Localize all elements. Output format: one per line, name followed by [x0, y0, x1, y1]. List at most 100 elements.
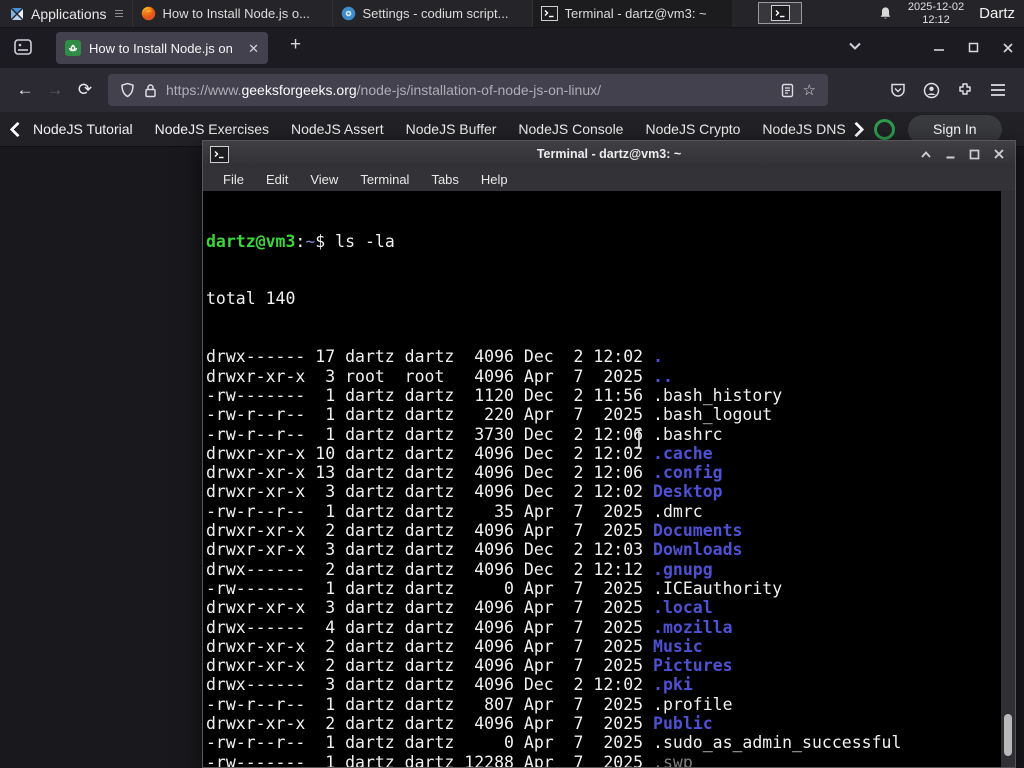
terminal-shade-icon[interactable]: [920, 150, 932, 159]
firefox-tab-bar: How to Install Node.js on ✕ +: [0, 27, 1024, 68]
notification-bell-icon[interactable]: [878, 6, 893, 21]
terminal-ls-row: drwx------ 3 dartz dartz 4096 Dec 2 12:0…: [206, 675, 693, 695]
terminal-ls-row: -rw-r--r-- 1 dartz dartz 35 Apr 7 2025 .…: [206, 501, 703, 521]
tab-title: How to Install Node.js on: [89, 40, 233, 56]
taskbar-label: How to Install Node.js o...: [162, 6, 310, 21]
url-domain: geeksforgeeks.org: [241, 82, 357, 98]
terminal-menu-item[interactable]: View: [299, 172, 349, 187]
taskbar-button-firefox[interactable]: How to Install Node.js o...: [131, 0, 332, 27]
terminal-window: Terminal - dartz@vm3: ~ File Edit View Term…: [202, 140, 1016, 768]
applications-label: Applications: [31, 5, 107, 22]
terminal-ls-row: -rw------- 1 dartz dartz 12288 Apr 7 202…: [206, 753, 1001, 767]
terminal-ls-row: drwx------ 17 dartz dartz 4096 Dec 2 12:…: [206, 347, 663, 367]
taskbar-button-codium-settings[interactable]: Settings - codium script...: [331, 0, 532, 27]
url-path: /node-js/installation-of-node-js-on-linu…: [356, 82, 601, 98]
site-nav-link[interactable]: NodeJS Exercises: [155, 121, 269, 137]
bookmark-star-icon[interactable]: ☆: [803, 81, 816, 99]
terminal-output: dartz@vm3:~$ ls -la total 140 drwx------…: [206, 193, 1001, 767]
top-panel: Applications How to Install Node.js o...…: [0, 0, 1024, 28]
applications-menu-button[interactable]: Applications: [0, 0, 132, 27]
firefox-icon: [141, 6, 156, 21]
clock-time: 12:12: [922, 13, 950, 26]
terminal-icon: [540, 6, 558, 21]
ls-directory-name: Downloads: [653, 540, 743, 560]
site-nav-link[interactable]: NodeJS Buffer: [406, 121, 497, 137]
terminal-menu-item[interactable]: Help: [470, 172, 519, 187]
prompt-command: ls -la: [335, 231, 395, 251]
terminal-close-icon[interactable]: [993, 148, 1005, 160]
tab-close-icon[interactable]: ✕: [248, 42, 259, 55]
panel-user-menu[interactable]: Dartz: [979, 5, 1015, 22]
browser-close-icon[interactable]: [1002, 42, 1014, 54]
geeksforgeeks-favicon: [65, 40, 81, 56]
terminal-ls-row: drwxr-xr-x 2 dartz dartz 4096 Apr 7 2025…: [206, 714, 713, 734]
terminal-scrollbar-track[interactable]: [1001, 191, 1015, 767]
terminal-ls-row: drwxr-xr-x 2 dartz dartz 4096 Apr 7 2025…: [206, 636, 703, 656]
applications-icon: [9, 6, 25, 22]
codium-settings-icon: [341, 6, 356, 21]
terminal-title-bar[interactable]: Terminal - dartz@vm3: ~: [203, 141, 1015, 167]
terminal-ls-row: drwxr-xr-x 3 dartz dartz 4096 Apr 7 2025…: [206, 598, 713, 618]
search-icon[interactable]: [874, 118, 895, 140]
lock-icon[interactable]: [144, 83, 157, 98]
nav-scroll-right-chevron-icon[interactable]: [848, 121, 865, 137]
site-nav-link[interactable]: NodeJS Console: [518, 121, 623, 137]
terminal-scrollbar-thumb[interactable]: [1004, 714, 1012, 756]
ls-directory-name: Desktop: [653, 482, 723, 502]
terminal-ls-row: drwxr-xr-x 2 dartz dartz 4096 Apr 7 2025…: [206, 521, 743, 541]
new-tab-button[interactable]: +: [290, 34, 301, 56]
site-nav-link[interactable]: NodeJS DNS: [762, 121, 845, 137]
workspace-pager[interactable]: [758, 2, 802, 24]
account-icon[interactable]: [923, 82, 940, 99]
reload-button[interactable]: ⟳: [70, 80, 100, 100]
ls-directory-name: .mozilla: [653, 617, 733, 637]
terminal-ls-row: drwxr-xr-x 10 dartz dartz 4096 Dec 2 12:…: [206, 443, 713, 463]
terminal-screen[interactable]: dartz@vm3:~$ ls -la total 140 drwx------…: [203, 191, 1015, 767]
terminal-prompt-line: dartz@vm3:~$ ls -la: [206, 231, 395, 251]
terminal-ls-row: drwxr-xr-x 2 dartz dartz 4096 Apr 7 2025…: [206, 656, 733, 676]
firefox-view-icon[interactable]: [12, 36, 34, 58]
terminal-ls-row: -rw------- 1 dartz dartz 0 Apr 7 2025 .I…: [206, 578, 783, 598]
terminal-ls-row: drwxr-xr-x 3 dartz dartz 4096 Dec 2 12:0…: [206, 540, 743, 560]
applications-menu-lines-icon: [114, 10, 123, 17]
list-all-tabs-chevron-icon[interactable]: [848, 41, 862, 51]
terminal-menubar: File Edit View Terminal Tabs Help: [203, 167, 1015, 191]
ls-directory-name: .gnupg: [653, 559, 713, 579]
terminal-ls-row: drwxr-xr-x 3 dartz dartz 4096 Dec 2 12:0…: [206, 482, 723, 502]
site-nav-links: NodeJS Tutorial NodeJS Exercises NodeJS As…: [33, 121, 851, 137]
terminal-menu-item[interactable]: Tabs: [420, 172, 469, 187]
browser-maximize-icon[interactable]: [968, 42, 979, 53]
terminal-ls-row: drwxr-xr-x 3 root root 4096 Apr 7 2025 .…: [206, 366, 673, 386]
nav-scroll-left-chevron-icon[interactable]: [9, 121, 26, 137]
site-nav-link[interactable]: NodeJS Crypto: [645, 121, 740, 137]
terminal-minimize-icon[interactable]: [945, 149, 956, 160]
back-button[interactable]: ←: [10, 80, 40, 100]
site-nav-link[interactable]: NodeJS Tutorial: [33, 121, 133, 137]
prompt-user-host: dartz@vm3: [206, 231, 296, 251]
extensions-icon[interactable]: [957, 82, 973, 98]
terminal-ls-row: drwxr-xr-x 13 dartz dartz 4096 Dec 2 12:…: [206, 463, 723, 483]
reader-view-icon[interactable]: [781, 83, 794, 98]
terminal-ls-row: -rw-r--r-- 1 dartz dartz 220 Apr 7 2025 …: [206, 405, 773, 425]
terminal-ls-row: -rw-r--r-- 1 dartz dartz 3730 Dec 2 12:0…: [206, 424, 723, 444]
browser-minimize-icon[interactable]: [933, 42, 945, 54]
url-bar[interactable]: https://www.geeksforgeeks.org/node-js/in…: [108, 74, 828, 106]
ls-file-name: .profile: [653, 694, 733, 714]
pocket-icon[interactable]: [890, 82, 906, 98]
firefox-nav-toolbar: ← → ⟳ https://www.geeksforgeeks.org/node…: [0, 68, 1024, 112]
terminal-maximize-icon[interactable]: [969, 149, 980, 160]
forward-button[interactable]: →: [40, 80, 70, 100]
ls-directory-name: ..: [653, 366, 673, 386]
ls-file-name: .swp: [653, 752, 693, 767]
site-nav-link[interactable]: NodeJS Assert: [291, 121, 384, 137]
terminal-menu-item[interactable]: File: [212, 172, 255, 187]
taskbar-button-terminal[interactable]: Terminal - dartz@vm3: ~: [531, 0, 732, 27]
terminal-menu-item[interactable]: Edit: [255, 172, 299, 187]
terminal-menu-item[interactable]: Terminal: [349, 172, 420, 187]
ls-file-name: .bash_history: [653, 385, 783, 405]
ls-directory-name: Public: [653, 714, 713, 734]
tracking-shield-icon[interactable]: [120, 82, 135, 98]
browser-tab-active[interactable]: How to Install Node.js on ✕: [56, 32, 268, 64]
app-menu-hamburger-icon[interactable]: [990, 83, 1006, 97]
ls-directory-name: .local: [653, 598, 713, 618]
